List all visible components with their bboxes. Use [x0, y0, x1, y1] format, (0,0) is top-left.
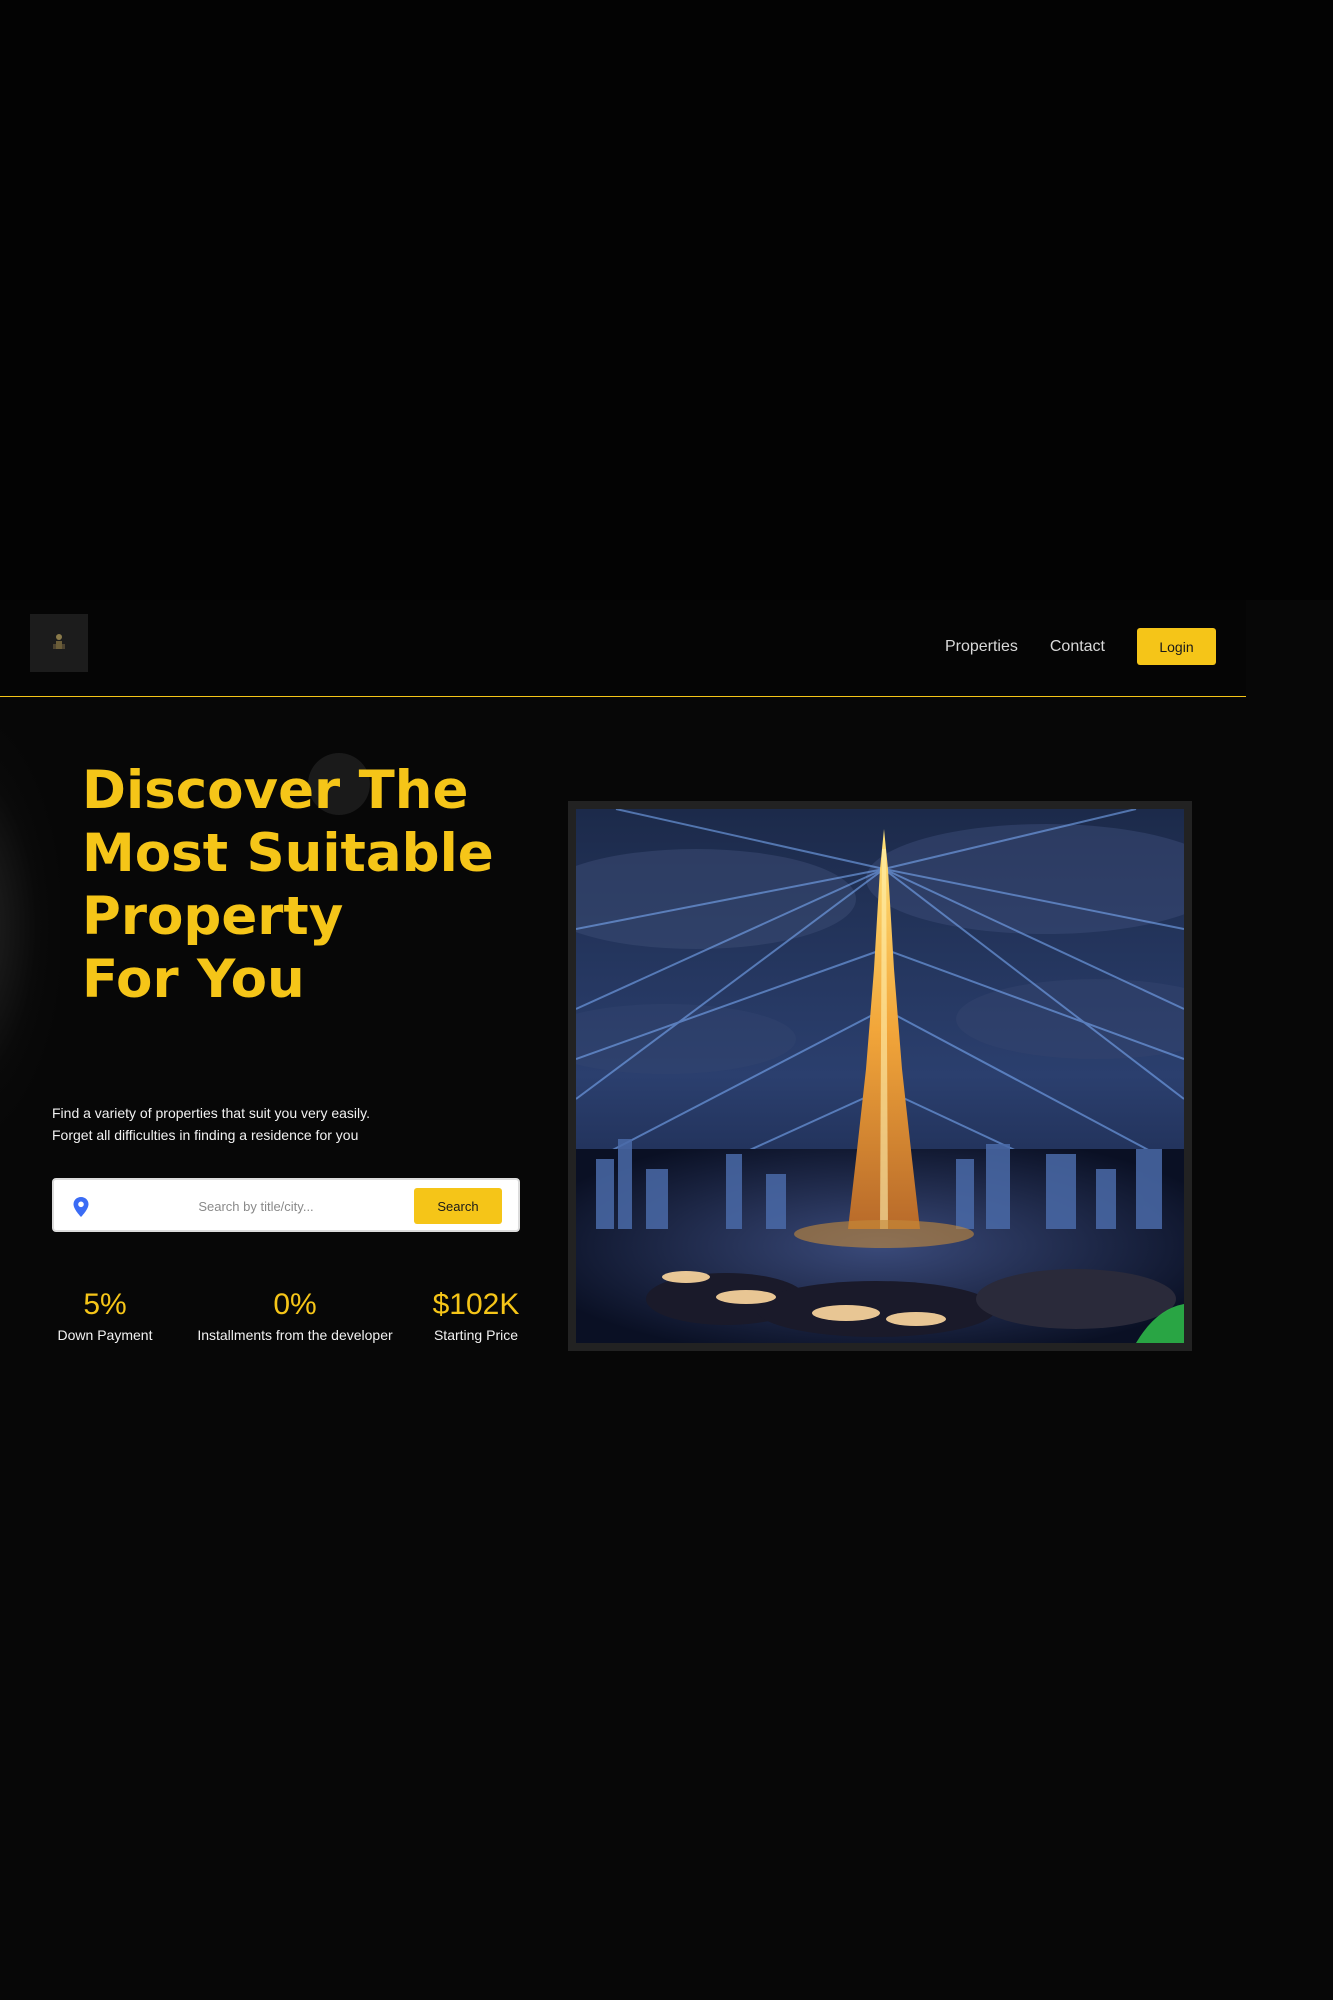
nav-contact[interactable]: Contact — [1050, 638, 1105, 656]
logo-mark — [53, 634, 65, 649]
stat-label: Down Payment — [57, 1327, 153, 1343]
side-glow — [0, 717, 60, 1137]
hero-image-frame — [568, 801, 1192, 1351]
stat-starting-price: $102K Starting Price — [429, 1286, 523, 1346]
nav-properties[interactable]: Properties — [945, 638, 1018, 656]
top-blank-area — [0, 0, 1333, 600]
hero-title-line: Most Suitable — [82, 823, 494, 884]
location-pin-icon — [73, 1197, 89, 1217]
hero-image — [576, 809, 1184, 1343]
hero-title-line: Property — [82, 886, 344, 947]
search-button[interactable]: Search — [414, 1188, 502, 1224]
stats-row: 5% Down Payment 0% Installments from the… — [52, 1286, 532, 1356]
bottom-blank-area — [0, 1377, 1333, 2000]
burj-khalifa-image — [576, 809, 1184, 1343]
site-header: Properties Contact Login — [0, 600, 1246, 697]
login-button[interactable]: Login — [1137, 628, 1216, 665]
stat-value: 5% — [83, 1288, 127, 1321]
stat-label: Starting Price — [433, 1327, 519, 1343]
stat-down-payment: 5% Down Payment — [52, 1286, 158, 1346]
search-bar: Search — [52, 1178, 520, 1232]
main-nav: Properties Contact Login — [945, 628, 1216, 665]
stat-label: Installments from the developer — [197, 1327, 393, 1343]
stat-installments: 0% Installments from the developer — [182, 1286, 408, 1346]
page: Properties Contact Login Discover The Mo… — [0, 0, 1333, 2000]
hero-title-line: For You — [82, 949, 305, 1010]
hero-title: Discover The Most Suitable Property For … — [82, 759, 542, 1011]
stat-value: $102K — [432, 1288, 520, 1321]
logo-icon[interactable] — [30, 614, 88, 672]
hero-subtitle: Find a variety of properties that suit y… — [52, 1102, 472, 1146]
search-input[interactable] — [144, 1190, 368, 1222]
hero-subtitle-line: Find a variety of properties that suit y… — [52, 1105, 370, 1121]
hero-section: Discover The Most Suitable Property For … — [0, 697, 1333, 1377]
hero-title-line: Discover The — [82, 760, 469, 821]
stat-value: 0% — [273, 1288, 317, 1321]
hero-subtitle-line: Forget all difficulties in finding a res… — [52, 1127, 359, 1143]
